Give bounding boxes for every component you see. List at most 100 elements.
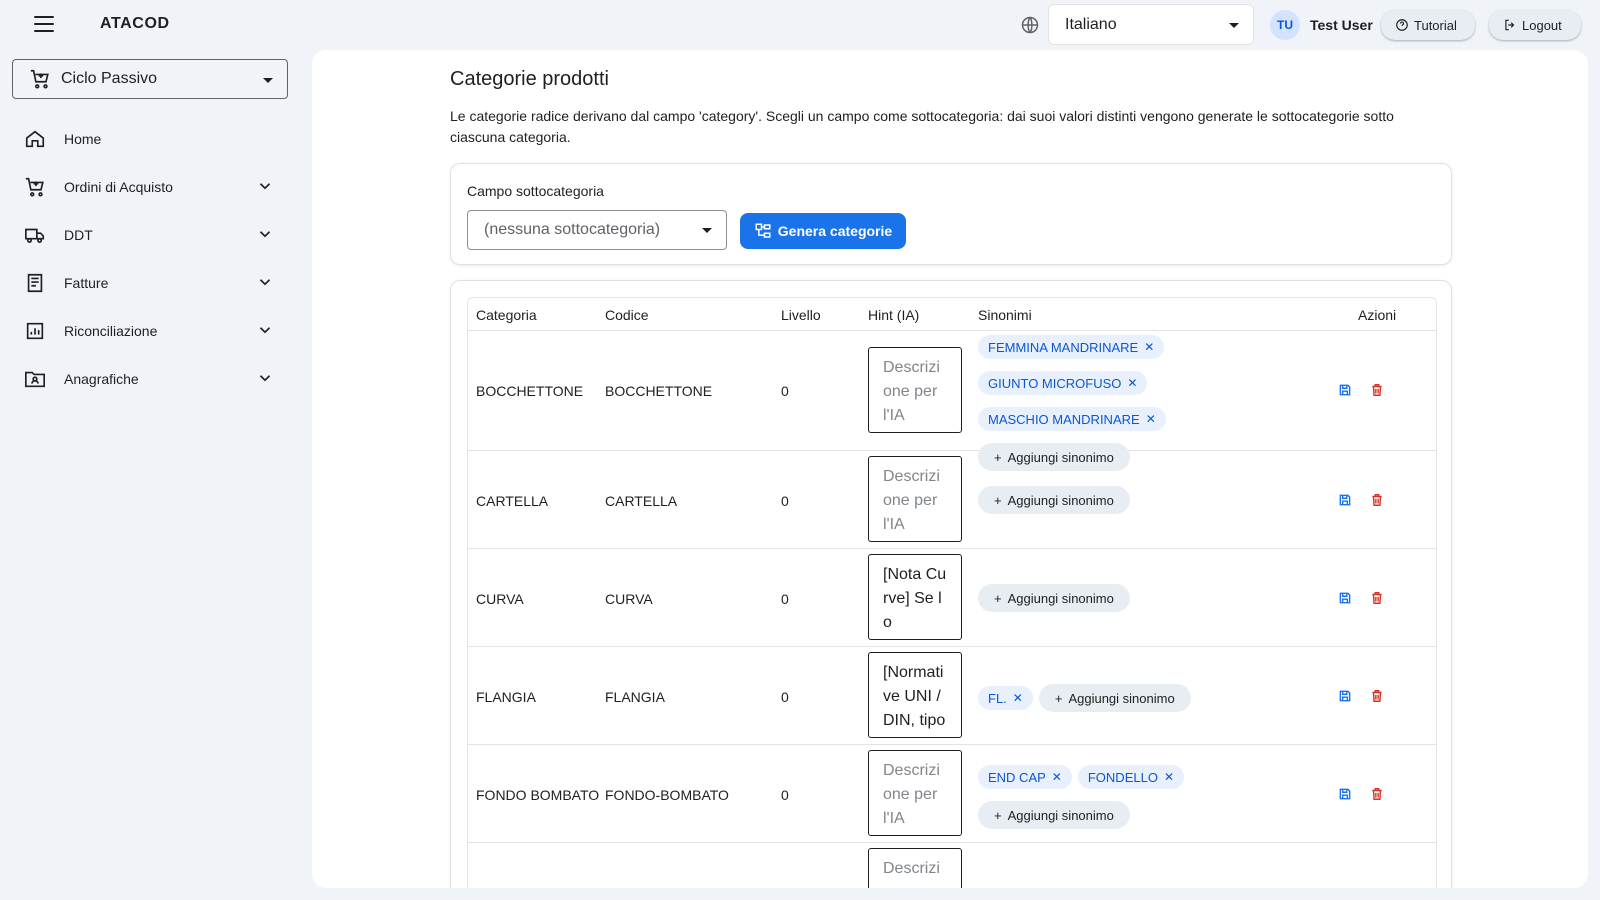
chevron-down-icon xyxy=(1229,23,1239,28)
cart-icon xyxy=(25,177,44,197)
sidebar-item-home[interactable]: Home xyxy=(12,119,288,159)
synonym-chip: FL. ✕ xyxy=(978,686,1033,710)
cell-livello: 0 xyxy=(781,689,789,705)
cell-codice: FONDO-BOMBATO xyxy=(605,787,729,803)
hint-textarea[interactable]: [Normative UNI / DIN, tipo fl xyxy=(868,652,962,738)
synonym-chip: FEMMINA MANDRINARE ✕ xyxy=(978,335,1165,359)
remove-icon[interactable]: ✕ xyxy=(1127,376,1137,390)
save-icon[interactable] xyxy=(1338,689,1352,703)
sidebar-item-ddt[interactable]: DDT xyxy=(12,215,288,255)
chevron-down-icon xyxy=(259,375,271,382)
synonym-chip: GIUNTO MICROFUSO ✕ xyxy=(978,371,1148,395)
plus-icon: + xyxy=(1054,690,1063,706)
menu-icon[interactable] xyxy=(34,16,54,32)
cell-codice: FLANGIA xyxy=(605,689,665,705)
page-description: Le categorie radice derivano dal campo '… xyxy=(450,108,1394,145)
globe-icon xyxy=(1021,16,1039,34)
delete-icon[interactable] xyxy=(1370,383,1384,397)
subcategory-label: Campo sottocategoria xyxy=(467,183,604,199)
sidebar-item-label: Anagrafiche xyxy=(64,371,139,387)
receipt-icon xyxy=(27,273,43,293)
generate-label: Genera categorie xyxy=(777,223,893,239)
app-title: ATACOD xyxy=(100,15,170,32)
add-synonym-button[interactable]: + Aggiungi sinonimo xyxy=(1038,684,1191,712)
cell-codice: BOCCHETTONE xyxy=(605,383,713,399)
sidebar-item-anagrafiche[interactable]: Anagrafiche xyxy=(12,359,288,399)
hint-textarea[interactable]: Descrizione per l'IA xyxy=(868,456,962,542)
home-icon xyxy=(25,130,45,148)
page-title: Categorie prodotti xyxy=(450,68,609,90)
cell-categoria: BOCCHETTONE xyxy=(476,383,584,399)
hint-textarea[interactable]: Descrizione per l'IA xyxy=(868,750,962,836)
categories-table: Categoria Codice Livello Hint (IA) Sinon… xyxy=(467,297,1437,888)
delete-icon[interactable] xyxy=(1370,591,1384,605)
cell-livello: 0 xyxy=(781,787,789,803)
remove-icon[interactable]: ✕ xyxy=(1164,770,1174,784)
logout-label: Logout xyxy=(1522,17,1562,33)
hint-textarea[interactable]: Descrizione per l'IA xyxy=(868,347,962,433)
header-sinonimi: Sinonimi xyxy=(978,307,1032,323)
row-actions xyxy=(1338,787,1384,801)
header-codice: Codice xyxy=(605,307,649,323)
sidebar-item-riconciliazione[interactable]: Riconciliazione xyxy=(12,311,288,351)
add-synonym-button[interactable]: + Aggiungi sinonimo xyxy=(978,801,1130,829)
generate-categories-button[interactable]: Genera categorie xyxy=(740,213,906,249)
subcategory-card: Campo sottocategoria (nessuna sottocateg… xyxy=(450,163,1452,265)
plus-icon: + xyxy=(994,590,1002,606)
save-icon[interactable] xyxy=(1338,493,1352,507)
module-select[interactable]: Ciclo Passivo xyxy=(12,59,288,99)
chevron-down-icon xyxy=(259,231,271,238)
remove-icon[interactable]: ✕ xyxy=(1013,691,1023,705)
delete-icon[interactable] xyxy=(1370,689,1384,703)
header-livello: Livello xyxy=(781,307,821,323)
cell-categoria: FONDO BOMBATO xyxy=(476,787,600,803)
remove-icon[interactable]: ✕ xyxy=(1144,340,1154,354)
synonyms-list: + Aggiungi sinonimo xyxy=(978,486,1278,514)
tutorial-label: Tutorial xyxy=(1414,17,1457,33)
user-name: Test User xyxy=(1310,17,1373,33)
delete-icon[interactable] xyxy=(1370,493,1384,507)
add-synonym-button[interactable]: + Aggiungi sinonimo xyxy=(978,486,1130,514)
avatar: TU xyxy=(1270,10,1300,40)
chevron-down-icon xyxy=(259,327,271,334)
table-row: CARTELLA CARTELLA 0 Descrizione per l'IA… xyxy=(468,451,1436,549)
table-row: FLANGIA FLANGIA 0 [Normative UNI / DIN, … xyxy=(468,647,1436,745)
help-icon xyxy=(1396,19,1408,31)
sidebar-item-label: Riconciliazione xyxy=(64,323,158,339)
cell-categoria: CARTELLA xyxy=(476,493,549,509)
logout-button[interactable]: Logout xyxy=(1489,10,1581,40)
folder-user-icon xyxy=(25,371,45,388)
row-actions xyxy=(1338,493,1384,507)
language-select[interactable]: Italiano xyxy=(1048,4,1254,45)
hint-textarea[interactable]: Descrizione per l'IA xyxy=(868,848,962,888)
remove-icon[interactable]: ✕ xyxy=(1052,770,1062,784)
synonym-chip: MASCHIO MANDRINARE ✕ xyxy=(978,407,1166,431)
main-panel: Categorie prodotti Le categorie radice d… xyxy=(312,50,1588,888)
sidebar: Ciclo Passivo Home Ordini di Acquisto DD… xyxy=(0,50,300,900)
add-synonym-button[interactable]: + Aggiungi sinonimo xyxy=(978,584,1130,612)
synonym-chip: END CAP ✕ xyxy=(978,765,1072,789)
cell-codice: CURVA xyxy=(605,591,653,607)
row-actions xyxy=(1338,591,1384,605)
remove-icon[interactable]: ✕ xyxy=(1146,412,1156,426)
hint-textarea[interactable]: [Nota Curve] Se lo xyxy=(868,554,962,640)
sidebar-item-label: Ordini di Acquisto xyxy=(64,179,173,195)
plus-icon: + xyxy=(994,807,1002,823)
delete-icon[interactable] xyxy=(1370,787,1384,801)
chevron-down-icon xyxy=(702,228,712,233)
chevron-down-icon xyxy=(263,78,273,83)
cart-icon xyxy=(30,69,49,89)
save-icon[interactable] xyxy=(1338,787,1352,801)
hierarchy-icon xyxy=(755,223,771,238)
save-icon[interactable] xyxy=(1338,383,1352,397)
table-header: Categoria Codice Livello Hint (IA) Sinon… xyxy=(468,298,1436,331)
table-row: CURVA CURVA 0 [Nota Curve] Se lo + Aggiun… xyxy=(468,549,1436,647)
save-icon[interactable] xyxy=(1338,591,1352,605)
sidebar-item-ordini[interactable]: Ordini di Acquisto xyxy=(12,167,288,207)
sidebar-item-label: Home xyxy=(64,131,102,147)
chevron-down-icon xyxy=(259,279,271,286)
subcategory-select[interactable]: (nessuna sottocategoria) xyxy=(467,210,727,250)
sidebar-item-fatture[interactable]: Fatture xyxy=(12,263,288,303)
tutorial-button[interactable]: Tutorial xyxy=(1381,10,1475,40)
language-value: Italiano xyxy=(1065,15,1117,33)
